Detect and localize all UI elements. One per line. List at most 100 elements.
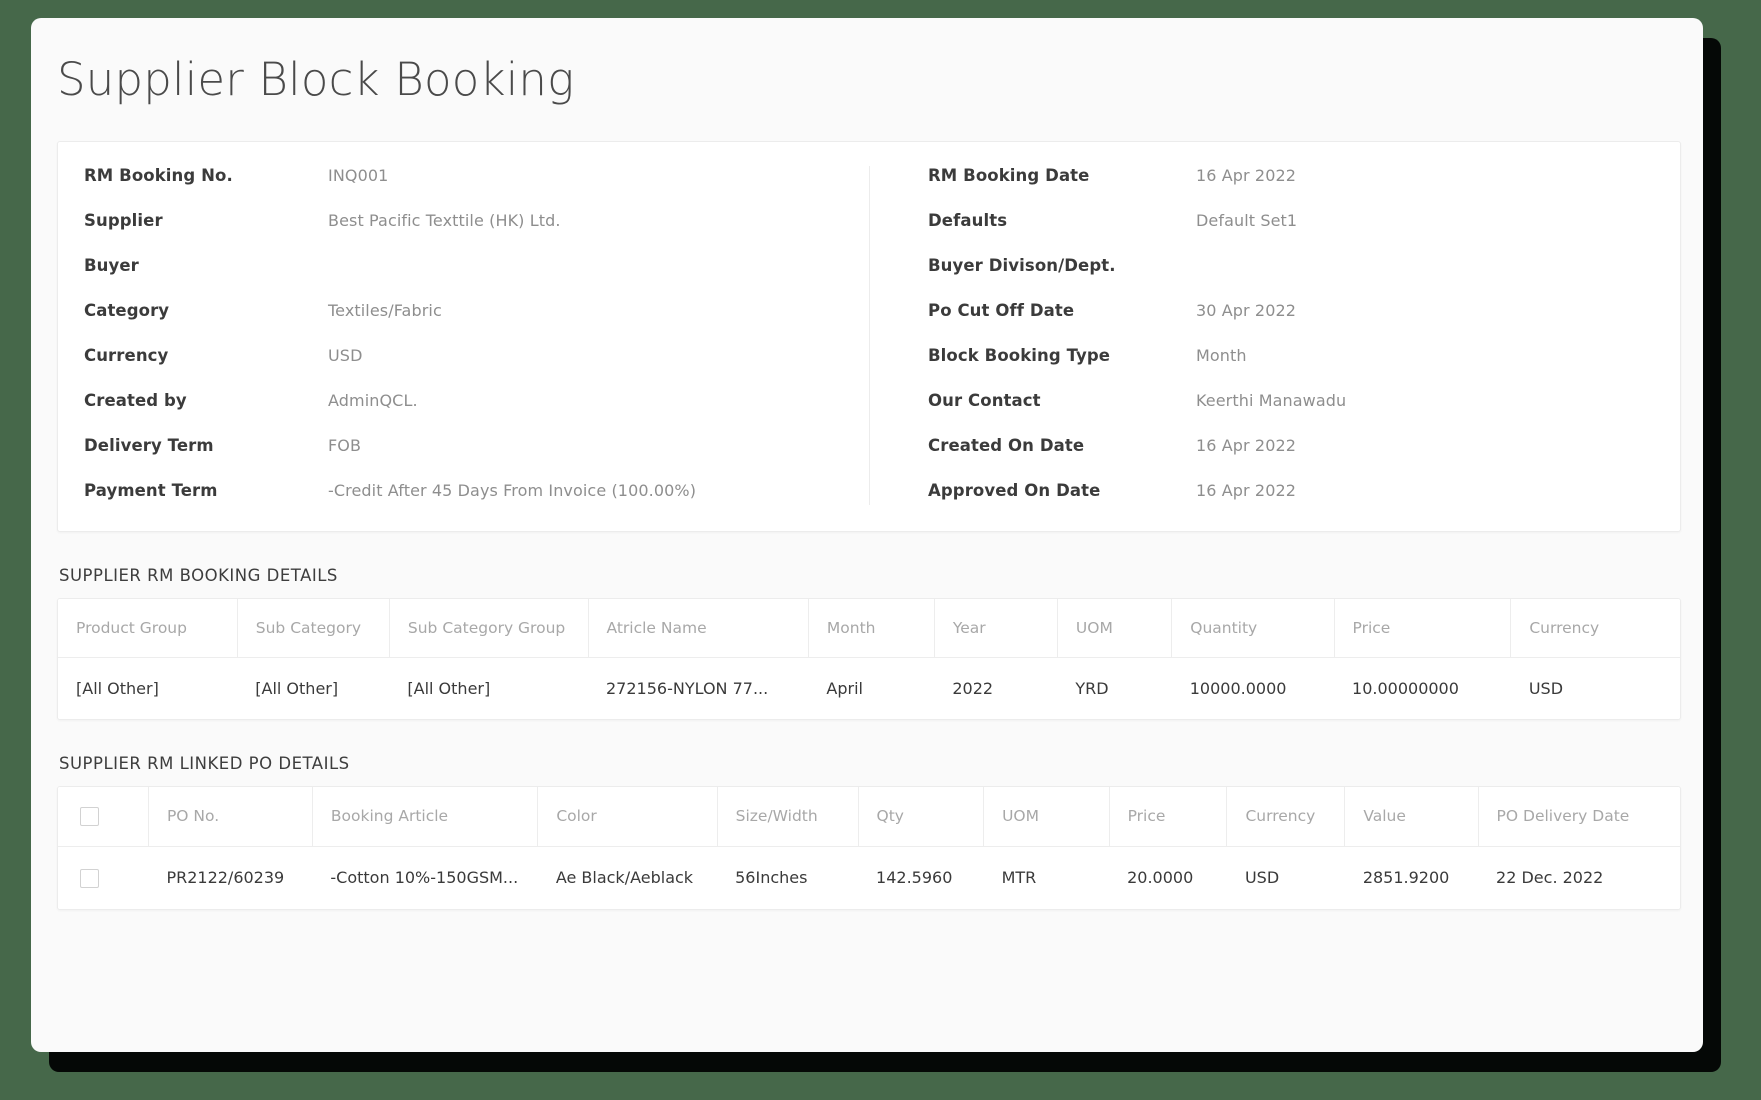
booking-summary-card: RM Booking No. INQ001 Supplier Best Pacific… xyxy=(57,140,1681,532)
page-content: Supplier Block Booking RM Booking No. INQ… xyxy=(31,54,1703,1052)
info-row: Buyer xyxy=(84,256,849,280)
select-all-checkbox-cell[interactable] xyxy=(58,786,149,847)
info-label: Block Booking Type xyxy=(928,345,1111,365)
column-header[interactable]: UOM xyxy=(983,786,1110,847)
column-header[interactable]: Size/Width xyxy=(717,786,859,847)
info-value: 30 Apr 2022 xyxy=(1196,300,1297,320)
column-header[interactable]: Month xyxy=(808,598,935,658)
column-header[interactable]: Product Group xyxy=(58,598,238,658)
booking-summary-left-column: RM Booking No. INQ001 Supplier Best Pacific… xyxy=(58,166,869,505)
info-row: Our Contact Keerthi Manawadu xyxy=(928,391,1660,415)
info-value: Textiles/Fabric xyxy=(328,300,442,320)
booking-details-section-title: SUPPLIER RM BOOKING DETAILS xyxy=(59,565,338,585)
application-window: Supplier Block Booking RM Booking No. INQ… xyxy=(31,18,1703,1052)
page-title: Supplier Block Booking xyxy=(57,53,575,106)
table-cell: 10.00000000 xyxy=(1334,657,1511,719)
info-row: Created On Date 16 Apr 2022 xyxy=(928,436,1660,460)
info-row: Category Textiles/Fabric xyxy=(84,301,849,325)
info-label: Created by xyxy=(84,390,187,410)
linked-po-table-card: PO No. Booking Article Color Size/Width Qty U… xyxy=(57,785,1681,910)
info-row: Delivery Term FOB xyxy=(84,436,849,460)
info-value: 16 Apr 2022 xyxy=(1196,435,1297,455)
info-value: INQ001 xyxy=(328,165,389,185)
info-label: Created On Date xyxy=(928,435,1085,455)
info-label: Payment Term xyxy=(84,480,218,500)
column-header[interactable]: Value xyxy=(1344,786,1479,847)
info-label: Delivery Term xyxy=(84,435,214,455)
info-label: Approved On Date xyxy=(928,480,1101,500)
table-cell: USD xyxy=(1510,657,1680,719)
info-value: 16 Apr 2022 xyxy=(1196,480,1297,500)
info-row: Supplier Best Pacific Texttile (HK) Ltd. xyxy=(84,211,849,235)
info-label: Buyer xyxy=(84,255,139,275)
column-header[interactable]: Qty xyxy=(858,786,985,847)
row-checkbox-cell[interactable] xyxy=(58,846,149,909)
info-row: Created by AdminQCL. xyxy=(84,391,849,415)
info-row: Approved On Date 16 Apr 2022 xyxy=(928,481,1660,505)
info-value: FOB xyxy=(328,435,362,455)
column-header[interactable]: Sub Category xyxy=(237,598,390,658)
info-label: RM Booking Date xyxy=(928,165,1090,185)
table-cell: 2022 xyxy=(934,657,1058,719)
column-header[interactable]: Price xyxy=(1109,786,1228,847)
bottom-spacer xyxy=(31,910,1703,950)
column-header[interactable]: PO Delivery Date xyxy=(1478,786,1680,847)
select-all-checkbox[interactable] xyxy=(80,806,99,826)
column-header[interactable]: Price xyxy=(1334,598,1512,658)
column-header[interactable]: Currency xyxy=(1226,786,1346,847)
column-header[interactable]: PO No. xyxy=(148,786,313,847)
booking-details-table-body: [All Other] [All Other] [All Other] 272156-… xyxy=(58,657,1680,719)
table-cell: PR2122/60239 xyxy=(148,846,313,909)
table-cell: [All Other] xyxy=(237,657,390,719)
info-value: Best Pacific Texttile (HK) Ltd. xyxy=(328,210,561,230)
table-cell: YRD xyxy=(1057,657,1172,719)
info-row: Buyer Divison/Dept. xyxy=(928,256,1660,280)
table-cell: 56Inches xyxy=(717,846,859,909)
booking-summary-right-column: RM Booking Date 16 Apr 2022 Defaults Defaul… xyxy=(869,165,1680,505)
info-row: Defaults Default Set1 xyxy=(928,211,1660,235)
linked-po-table-head: PO No. Booking Article Color Size/Width Qty U… xyxy=(58,786,1680,847)
info-value: Default Set1 xyxy=(1196,210,1298,230)
column-header[interactable]: Currency xyxy=(1510,598,1680,658)
table-cell: MTR xyxy=(983,846,1110,909)
info-label: RM Booking No. xyxy=(84,165,233,185)
info-label: Buyer Divison/Dept. xyxy=(928,255,1116,275)
linked-po-section-title: SUPPLIER RM LINKED PO DETAILS xyxy=(59,753,350,773)
info-value: USD xyxy=(328,345,363,365)
info-row: RM Booking Date 16 Apr 2022 xyxy=(928,166,1660,190)
booking-details-table-card: Product Group Sub Category Sub Category Gr… xyxy=(57,597,1681,720)
column-header[interactable]: UOM xyxy=(1057,598,1173,658)
table-row[interactable]: PR2122/60239 -Cotton 10%-150GSM... Ae Blac… xyxy=(58,846,1680,909)
table-cell: 22 Dec. 2022 xyxy=(1478,846,1680,909)
column-header[interactable]: Quantity xyxy=(1171,598,1335,658)
info-value: 16 Apr 2022 xyxy=(1196,165,1297,185)
booking-details-table: Product Group Sub Category Sub Category Gr… xyxy=(58,598,1680,719)
info-row: Block Booking Type Month xyxy=(928,346,1660,370)
linked-po-table-body: PR2122/60239 -Cotton 10%-150GSM... Ae Blac… xyxy=(58,846,1680,909)
info-label: Our Contact xyxy=(928,390,1041,410)
row-checkbox[interactable] xyxy=(80,868,99,888)
info-label: Po Cut Off Date xyxy=(928,300,1075,320)
table-cell: 10000.0000 xyxy=(1171,657,1335,719)
table-row[interactable]: [All Other] [All Other] [All Other] 272156-… xyxy=(58,657,1680,719)
linked-po-table: PO No. Booking Article Color Size/Width Qty U… xyxy=(58,786,1680,909)
table-cell: [All Other] xyxy=(389,657,588,719)
info-value: -Credit After 45 Days From Invoice (100.… xyxy=(328,480,697,500)
booking-details-header-row: Product Group Sub Category Sub Category Gr… xyxy=(58,598,1680,658)
column-header[interactable]: Atricle Name xyxy=(588,598,809,658)
column-header[interactable]: Year xyxy=(934,598,1058,658)
table-cell: 20.0000 xyxy=(1109,846,1227,909)
column-header[interactable]: Color xyxy=(537,786,718,847)
info-label: Currency xyxy=(84,345,169,365)
column-header[interactable]: Booking Article xyxy=(312,786,539,847)
booking-details-table-head: Product Group Sub Category Sub Category Gr… xyxy=(58,598,1680,658)
info-row: RM Booking No. INQ001 xyxy=(84,166,849,190)
table-cell: 142.5960 xyxy=(858,846,984,909)
info-value: Keerthi Manawadu xyxy=(1196,390,1347,410)
info-value: Month xyxy=(1196,345,1247,365)
linked-po-header-row: PO No. Booking Article Color Size/Width Qty U… xyxy=(58,786,1680,847)
info-row: Po Cut Off Date 30 Apr 2022 xyxy=(928,301,1660,325)
column-header[interactable]: Sub Category Group xyxy=(389,598,589,658)
table-cell: 272156-NYLON 77... xyxy=(588,657,809,719)
info-value: AdminQCL. xyxy=(328,390,418,410)
